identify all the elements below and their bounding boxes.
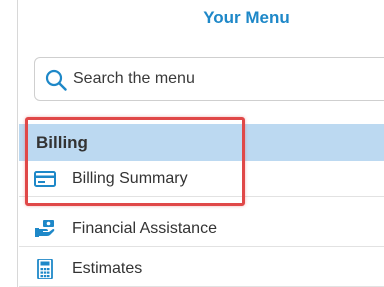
search-input[interactable] <box>73 58 383 100</box>
menu-item-label: Financial Assistance <box>72 220 217 237</box>
search-icon <box>45 69 67 91</box>
section-header-billing[interactable]: Billing <box>19 124 384 161</box>
menu-title: Your Menu <box>203 8 290 27</box>
menu-panel: Your Menu Billing Billing Summary Financ… <box>17 0 384 287</box>
menu-item-estimates[interactable]: Estimates <box>19 251 384 287</box>
menu-item-label: Billing Summary <box>72 170 188 187</box>
credit-card-icon <box>34 171 56 187</box>
money-hand-icon <box>35 220 55 237</box>
section-header-label: Billing <box>36 133 88 152</box>
menu-item-billing-summary[interactable]: Billing Summary <box>19 161 384 197</box>
calculator-icon <box>37 259 53 279</box>
search-box[interactable] <box>34 57 384 101</box>
menu-item-label: Estimates <box>72 260 143 277</box>
menu-item-financial-assistance[interactable]: Financial Assistance <box>19 211 384 247</box>
